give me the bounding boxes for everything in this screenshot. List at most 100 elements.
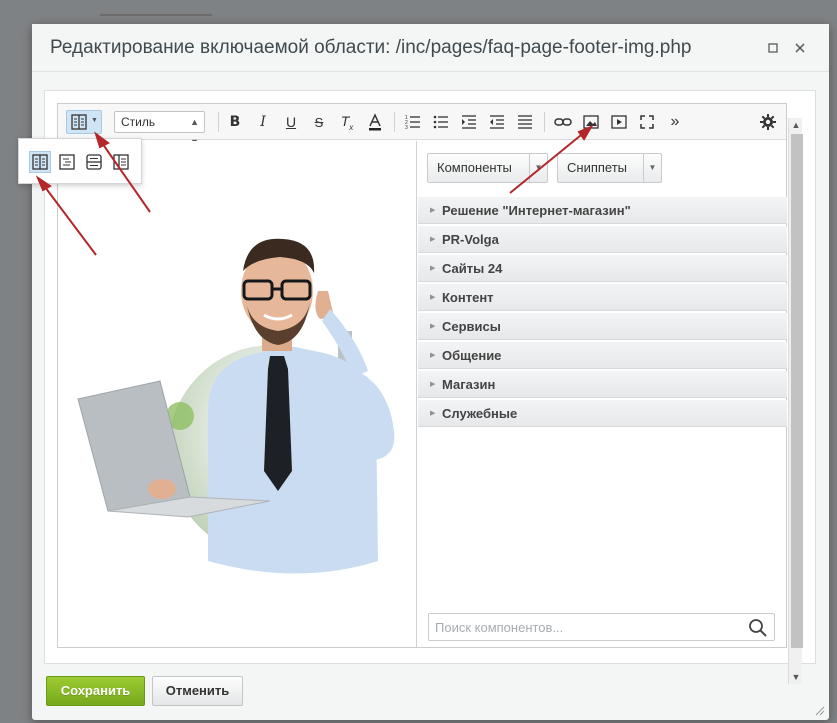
style-select[interactable]: Стиль ▲▼	[114, 111, 205, 147]
horizontal-split-option[interactable]	[83, 151, 105, 173]
maximize-icon	[768, 43, 778, 53]
gear-icon	[760, 114, 776, 130]
italic-button[interactable]: I	[252, 111, 274, 133]
image-icon	[583, 115, 599, 129]
component-category[interactable]: ▶ Общение	[418, 342, 787, 369]
indent-button[interactable]	[458, 111, 480, 133]
ordered-list-icon: 123	[405, 115, 420, 130]
component-category[interactable]: ▶ Решение "Интернет-магазин"	[418, 197, 787, 224]
link-button[interactable]	[552, 111, 574, 133]
category-label: PR-Volga	[442, 232, 499, 247]
code-view-option[interactable]	[56, 151, 78, 173]
split-view-icon	[32, 154, 48, 170]
align-justify-icon	[518, 115, 532, 129]
font-color-icon	[369, 113, 381, 131]
search-icon[interactable]	[748, 618, 768, 638]
component-category[interactable]: ▶ Магазин	[418, 371, 787, 398]
save-button[interactable]: Сохранить	[46, 676, 145, 706]
maximize-button[interactable]	[763, 38, 783, 58]
split-view-icon	[71, 114, 87, 130]
caret-right-icon: ▶	[430, 294, 436, 301]
toolbar-separator	[544, 112, 545, 132]
strikethrough-icon: S	[314, 114, 324, 130]
chevron-down-icon: ▼	[91, 117, 98, 124]
underline-icon: U	[285, 114, 297, 130]
view-mode-dropdown	[18, 138, 142, 184]
close-button[interactable]	[790, 38, 810, 58]
resize-handle-icon[interactable]	[815, 706, 825, 716]
double-chevron-right-icon: »	[670, 113, 680, 130]
include-area-editor-dialog: Редактирование включаемой области: /inc/…	[32, 24, 829, 720]
cancel-button[interactable]: Отменить	[152, 676, 243, 706]
category-label: Служебные	[442, 406, 518, 421]
category-label: Сервисы	[442, 319, 501, 334]
components-button-label: Компоненты	[437, 160, 512, 175]
dialog-body: ▼ Стиль ▲▼ B I U S Tx 123	[44, 90, 816, 664]
align-button[interactable]	[514, 111, 536, 133]
code-view-icon	[59, 154, 75, 170]
caret-right-icon: ▶	[430, 236, 436, 243]
svg-text:3: 3	[405, 125, 408, 130]
snippets-button[interactable]: Сниппеты ▼	[557, 153, 662, 183]
editor-toolbar: ▼ Стиль ▲▼ B I U S Tx 123	[58, 104, 786, 147]
category-label: Магазин	[442, 377, 496, 392]
businessman-laptop-image	[77, 238, 395, 574]
strikethrough-button[interactable]: S	[308, 111, 330, 133]
caret-right-icon: ▶	[430, 352, 436, 359]
scroll-up-icon[interactable]: ▲	[789, 118, 803, 132]
category-label: Общение	[442, 348, 502, 363]
component-search	[428, 613, 775, 641]
html-editor: ▼ Стиль ▲▼ B I U S Tx 123	[57, 103, 787, 648]
toolbar-separator	[218, 112, 219, 132]
italic-icon: I	[260, 114, 266, 130]
horizontal-split-icon	[86, 154, 102, 170]
video-button[interactable]	[608, 111, 630, 133]
components-button[interactable]: Компоненты ▼	[427, 153, 548, 183]
split-view-option[interactable]	[29, 151, 51, 173]
caret-right-icon: ▶	[430, 381, 436, 388]
more-button[interactable]: »	[664, 111, 686, 133]
category-label: Сайты 24	[442, 261, 503, 276]
component-category[interactable]: ▶ Сайты 24	[418, 255, 787, 282]
outdent-icon	[490, 115, 504, 129]
component-search-input[interactable]	[429, 614, 739, 640]
category-label: Решение "Интернет-магазин"	[442, 203, 631, 218]
fullscreen-button[interactable]	[636, 111, 658, 133]
indent-icon	[462, 115, 476, 129]
caret-right-icon: ▶	[430, 265, 436, 272]
category-label: Контент	[442, 290, 494, 305]
vertical-split-option[interactable]	[110, 151, 132, 173]
component-category[interactable]: ▶ Сервисы	[418, 313, 787, 340]
underline-button[interactable]: U	[280, 111, 302, 133]
video-icon	[611, 115, 627, 129]
font-color-button[interactable]	[364, 111, 386, 133]
image-button[interactable]	[580, 111, 602, 133]
components-dropdown-arrow-icon[interactable]: ▼	[529, 154, 547, 182]
view-mode-button[interactable]: ▼	[66, 110, 102, 134]
caret-right-icon: ▶	[430, 207, 436, 214]
clear-format-button[interactable]: Tx	[336, 111, 358, 133]
ordered-list-button[interactable]: 123	[402, 111, 424, 133]
dialog-title: Редактирование включаемой области: /inc/…	[50, 37, 692, 58]
scrollbar-thumb[interactable]	[791, 134, 803, 648]
scroll-down-icon[interactable]: ▼	[789, 670, 803, 684]
bullet-list-button[interactable]	[430, 111, 452, 133]
snippets-button-label: Сниппеты	[567, 160, 628, 175]
toolbar-separator	[394, 112, 395, 132]
bold-button[interactable]: B	[224, 111, 246, 133]
component-category[interactable]: ▶ PR-Volga	[418, 226, 787, 253]
wysiwyg-area[interactable]	[58, 141, 416, 647]
settings-button[interactable]	[757, 111, 779, 133]
component-category[interactable]: ▶ Контент	[418, 284, 787, 311]
bold-icon: B	[229, 114, 241, 130]
dialog-scrollbar[interactable]: ▲ ▼	[788, 118, 803, 684]
caret-right-icon: ▶	[430, 410, 436, 417]
outdent-button[interactable]	[486, 111, 508, 133]
component-category[interactable]: ▶ Служебные	[418, 400, 787, 427]
caret-right-icon: ▶	[430, 323, 436, 330]
backdrop-tab-underline	[100, 14, 212, 16]
components-panel: Компоненты ▼ Сниппеты ▼ ▶ Решение "Интерн…	[416, 141, 787, 647]
snippets-dropdown-arrow-icon[interactable]: ▼	[643, 154, 661, 182]
close-icon	[795, 43, 805, 53]
link-icon	[554, 118, 572, 126]
